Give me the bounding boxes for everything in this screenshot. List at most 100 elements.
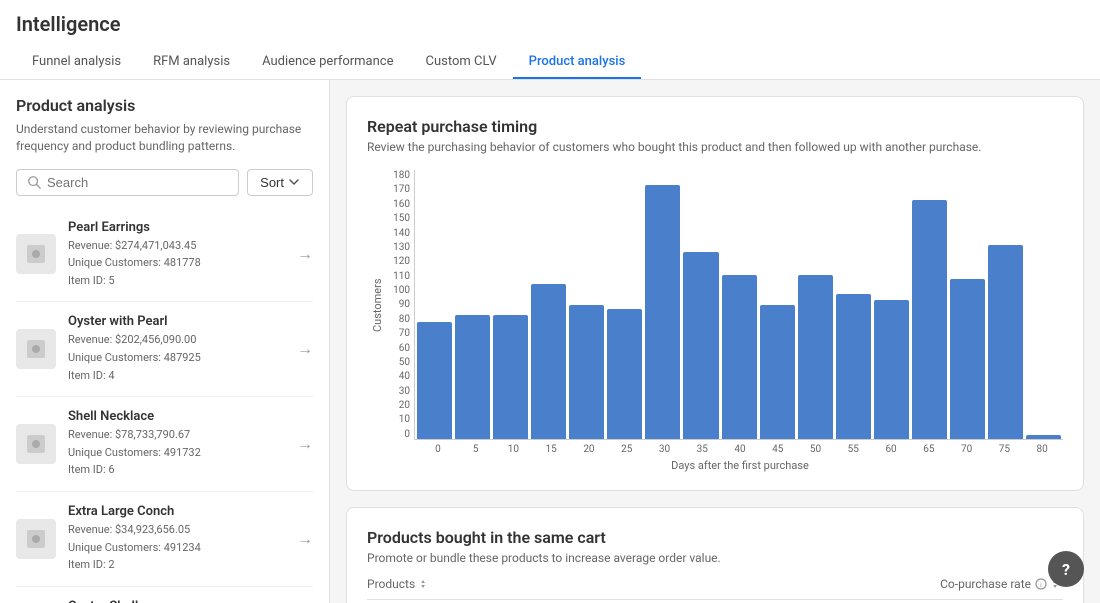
product-thumb <box>16 424 56 464</box>
x-axis-tick: 55 <box>834 444 872 455</box>
app-header: Intelligence Funnel analysisRFM analysis… <box>0 0 1100 80</box>
y-axis-tick: 100 <box>384 285 410 296</box>
product-info: Extra Large Conch Revenue: $34,923,656.0… <box>68 504 289 574</box>
product-list: Pearl Earrings Revenue: $274,471,043.45 … <box>16 208 313 603</box>
product-revenue: Revenue: $34,923,656.05 <box>68 521 289 539</box>
y-axis-tick: 120 <box>384 256 410 267</box>
svg-text:i: i <box>1040 582 1042 590</box>
product-info: Shell Necklace Revenue: $78,733,790.67 U… <box>68 409 289 479</box>
product-name: Pearl Earrings <box>68 220 289 235</box>
product-thumb-icon <box>25 433 47 455</box>
chart-bar <box>607 309 642 439</box>
x-axis-tick: 35 <box>683 444 721 455</box>
product-customers: Unique Customers: 491732 <box>68 444 289 462</box>
chart-bar <box>683 252 718 439</box>
product-revenue: Revenue: $78,733,790.67 <box>68 426 289 444</box>
product-thumb <box>16 329 56 369</box>
product-revenue: Revenue: $202,456,090.00 <box>68 331 289 349</box>
chart-bar <box>1026 435 1061 439</box>
y-axis-tick: 20 <box>384 400 410 411</box>
chart-bar <box>874 300 909 439</box>
x-axis-labels: 05101520253035404550556065707580 <box>417 444 1063 455</box>
product-thumb-icon <box>25 338 47 360</box>
product-arrow: → <box>297 244 313 264</box>
product-arrow: → <box>297 529 313 549</box>
chart1-desc: Review the purchasing behavior of custom… <box>367 140 1063 154</box>
y-axis-labels: 0102030405060708090100110120130140150160… <box>384 170 414 440</box>
sort-products-icon[interactable] <box>419 578 431 590</box>
search-input[interactable] <box>47 175 228 190</box>
chart-bar <box>455 315 490 439</box>
x-axis-tick: 0 <box>419 444 457 455</box>
product-name: Shell Necklace <box>68 409 289 424</box>
product-item[interactable]: Pearl Earrings Revenue: $274,471,043.45 … <box>16 208 313 303</box>
x-axis-tick: 70 <box>948 444 986 455</box>
product-item-id: Item ID: 4 <box>68 367 289 385</box>
y-axis-tick: 110 <box>384 271 410 282</box>
repeat-purchase-card: Repeat purchase timing Review the purcha… <box>346 96 1084 491</box>
nav-tab-audience[interactable]: Audience performance <box>246 46 409 79</box>
product-customers: Unique Customers: 491234 <box>68 539 289 557</box>
product-info: Pearl Earrings Revenue: $274,471,043.45 … <box>68 220 289 290</box>
chart-bar <box>569 305 604 440</box>
content-area: Repeat purchase timing Review the purcha… <box>330 80 1100 603</box>
nav-tab-product[interactable]: Product analysis <box>513 46 642 79</box>
same-cart-card: Products bought in the same cart Promote… <box>346 507 1084 603</box>
product-item[interactable]: Shell Necklace Revenue: $78,733,790.67 U… <box>16 397 313 492</box>
product-item[interactable]: Extra Large Conch Revenue: $34,923,656.0… <box>16 492 313 587</box>
y-axis-tick: 40 <box>384 371 410 382</box>
chart2-title: Products bought in the same cart <box>367 528 1063 547</box>
y-axis-tick: 30 <box>384 386 410 397</box>
y-axis-tick: 170 <box>384 184 410 195</box>
x-axis-title: Days after the first purchase <box>417 459 1063 472</box>
product-customers: Unique Customers: 487925 <box>68 349 289 367</box>
app-title: Intelligence <box>16 12 1084 36</box>
product-customers: Unique Customers: 481778 <box>68 254 289 272</box>
table-header: Products Co-purchase rate i <box>367 577 1063 600</box>
product-name: Oyster Shell <box>68 599 289 603</box>
search-icon <box>27 175 41 189</box>
x-axis-tick: 60 <box>872 444 910 455</box>
y-axis-tick: 160 <box>384 199 410 210</box>
nav-tab-custom-clv[interactable]: Custom CLV <box>410 46 513 79</box>
chart-bar <box>912 200 947 439</box>
search-box[interactable] <box>16 169 239 196</box>
chart-bar <box>645 185 680 439</box>
x-axis-tick: 45 <box>759 444 797 455</box>
chevron-down-icon <box>288 176 300 188</box>
nav-tab-funnel[interactable]: Funnel analysis <box>16 46 137 79</box>
product-name: Oyster with Pearl <box>68 314 289 329</box>
nav-tabs: Funnel analysisRFM analysisAudience perf… <box>16 46 1084 79</box>
sidebar: Product analysis Understand customer beh… <box>0 80 330 603</box>
y-axis-tick: 80 <box>384 314 410 325</box>
chart-bar <box>760 305 795 440</box>
chart-bar <box>836 294 871 439</box>
y-axis-tick: 140 <box>384 228 410 239</box>
sidebar-title: Product analysis <box>16 96 313 115</box>
x-axis-tick: 25 <box>608 444 646 455</box>
info-icon[interactable]: i <box>1035 578 1047 590</box>
product-revenue: Revenue: $274,471,043.45 <box>68 237 289 255</box>
product-item-id: Item ID: 5 <box>68 272 289 290</box>
col-products: Products <box>367 577 431 591</box>
product-item-id: Item ID: 6 <box>68 461 289 479</box>
y-axis-tick: 150 <box>384 213 410 224</box>
product-item[interactable]: Oyster with Pearl Revenue: $202,456,090.… <box>16 302 313 397</box>
chart-bar <box>531 284 566 439</box>
chart-bar <box>722 275 757 439</box>
product-thumb <box>16 234 56 274</box>
product-info: Oyster Shell Revenue: $14,765,965.00 Uni… <box>68 599 289 603</box>
x-axis-tick: 20 <box>570 444 608 455</box>
x-axis-tick: 65 <box>910 444 948 455</box>
sort-button[interactable]: Sort <box>247 169 313 196</box>
product-thumb-icon <box>25 528 47 550</box>
help-button[interactable]: ? <box>1048 551 1084 587</box>
chart-bar <box>493 315 528 439</box>
nav-tab-rfm[interactable]: RFM analysis <box>137 46 246 79</box>
y-axis-tick: 70 <box>384 328 410 339</box>
x-axis-tick: 10 <box>495 444 533 455</box>
y-axis-tick: 60 <box>384 343 410 354</box>
product-item[interactable]: Oyster Shell Revenue: $14,765,965.00 Uni… <box>16 587 313 603</box>
product-thumb <box>16 519 56 559</box>
x-axis-tick: 80 <box>1023 444 1061 455</box>
